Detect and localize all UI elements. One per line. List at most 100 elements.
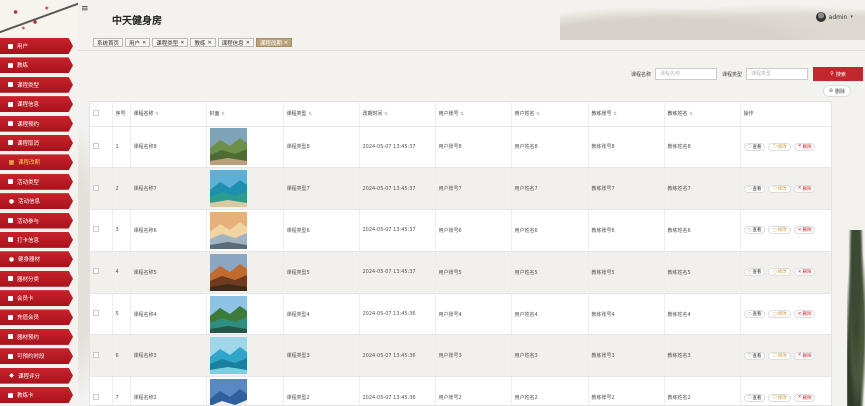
sidebar-item[interactable]: 课程信息 bbox=[0, 96, 73, 113]
view-button[interactable]: ◌ 查看 bbox=[743, 226, 766, 235]
course-type-input[interactable] bbox=[746, 68, 808, 80]
menu-toggle-icon[interactable]: ≡ bbox=[81, 5, 91, 14]
sidebar-item-label: 充值会员 bbox=[17, 315, 40, 322]
edit-button[interactable]: ▢ 修改 bbox=[768, 184, 791, 193]
view-button-label: 查看 bbox=[752, 312, 762, 318]
username[interactable]: admin bbox=[829, 14, 848, 21]
tab[interactable]: 用户 ✕ bbox=[125, 38, 151, 47]
cell-cover bbox=[206, 376, 284, 405]
delete-button[interactable]: ✕ 删除 bbox=[793, 226, 816, 235]
batch-delete-button[interactable]: ⊘ 删除 bbox=[822, 85, 851, 97]
sidebar-item[interactable]: ● 健身器材 bbox=[0, 251, 73, 268]
view-button[interactable]: ◌ 查看 bbox=[743, 184, 766, 193]
sidebar-item[interactable]: 教练 bbox=[0, 57, 73, 74]
column-header[interactable]: 用户姓名 ⇅ bbox=[511, 102, 589, 127]
course-name-input[interactable] bbox=[654, 68, 717, 80]
delete-button[interactable]: ✕ 删除 bbox=[793, 393, 816, 402]
sidebar-item[interactable]: 活动参与 bbox=[0, 212, 73, 229]
sidebar-item[interactable]: 充值会员 bbox=[0, 309, 73, 326]
sort-icon[interactable]: ⇅ bbox=[155, 112, 159, 117]
sidebar-item[interactable]: 器材预约 bbox=[0, 328, 73, 345]
cell-user-acc: 用户账号2 bbox=[435, 376, 512, 405]
sidebar-item[interactable]: 器材分类 bbox=[0, 270, 73, 287]
view-button[interactable]: ◌ 查看 bbox=[743, 142, 766, 151]
view-button[interactable]: ◌ 查看 bbox=[743, 268, 766, 277]
column-header-label: 教练账号 bbox=[591, 111, 612, 118]
user-menu[interactable]: admin ▾ bbox=[815, 12, 853, 22]
sort-icon[interactable]: ⇅ bbox=[308, 112, 312, 117]
sidebar-item[interactable]: 活动类型 bbox=[0, 173, 73, 190]
row-checkbox[interactable] bbox=[93, 184, 99, 191]
sidebar-item[interactable]: 会员卡 bbox=[0, 290, 73, 307]
sort-icon[interactable]: ⇅ bbox=[221, 112, 225, 117]
column-header[interactable]: 教练账号 ⇅ bbox=[588, 102, 665, 127]
tab[interactable]: 课程信息 ✕ bbox=[217, 38, 254, 47]
row-checkbox[interactable] bbox=[93, 226, 99, 233]
row-checkbox[interactable] bbox=[93, 393, 99, 400]
sort-icon[interactable]: ⇅ bbox=[613, 112, 617, 117]
edit-button[interactable]: ▢ 修改 bbox=[768, 268, 791, 277]
avatar[interactable] bbox=[815, 12, 826, 22]
edit-button[interactable]: ▢ 修改 bbox=[768, 310, 791, 319]
edit-button[interactable]: ▢ 修改 bbox=[768, 142, 791, 151]
app-title: 中天健身房 bbox=[112, 16, 162, 27]
edit-button[interactable]: ▢ 修改 bbox=[768, 351, 791, 360]
delete-button[interactable]: ✕ 删除 bbox=[793, 310, 816, 319]
close-icon[interactable]: ✕ bbox=[207, 40, 211, 46]
sort-icon[interactable]: ⇅ bbox=[384, 112, 388, 117]
close-icon[interactable]: ✕ bbox=[246, 40, 250, 46]
sidebar-item[interactable]: 用户 bbox=[0, 38, 73, 54]
cell-coach-name: 教练姓名5 bbox=[664, 251, 741, 294]
delete-button[interactable]: ✕ 删除 bbox=[793, 184, 816, 193]
edit-button[interactable]: ▢ 修改 bbox=[768, 226, 791, 235]
tab[interactable]: 系统首页 bbox=[93, 38, 124, 47]
column-header[interactable]: 封面 ⇅ bbox=[206, 102, 284, 127]
cell-time: 2024-05-07 13:45:37 bbox=[359, 167, 436, 211]
view-button[interactable]: ◌ 查看 bbox=[743, 393, 766, 402]
sort-icon[interactable]: ⇅ bbox=[689, 112, 693, 117]
row-checkbox[interactable] bbox=[93, 268, 99, 275]
view-button[interactable]: ◌ 查看 bbox=[743, 351, 766, 360]
search-button[interactable]: ⚲ 搜索 bbox=[813, 67, 863, 81]
sort-icon[interactable]: ⇅ bbox=[460, 112, 464, 117]
row-checkbox[interactable] bbox=[93, 351, 99, 358]
tab[interactable]: 教练 ✕ bbox=[190, 38, 216, 47]
delete-button[interactable]: ✕ 删除 bbox=[793, 142, 816, 151]
sidebar-item[interactable]: 课程类型 bbox=[0, 76, 73, 93]
row-select-cell bbox=[90, 167, 113, 211]
view-button-label: 查看 bbox=[752, 270, 762, 276]
sidebar-item[interactable]: ◆ 课程评分 bbox=[0, 367, 73, 384]
select-all-checkbox[interactable] bbox=[93, 109, 99, 116]
delete-button[interactable]: ✕ 删除 bbox=[793, 351, 816, 360]
sidebar-item[interactable]: ● 活动信息 bbox=[0, 193, 73, 210]
sort-icon[interactable]: ⇅ bbox=[536, 112, 540, 117]
tab[interactable]: 课程类型 ✕ bbox=[152, 38, 189, 47]
row-checkbox[interactable] bbox=[93, 142, 99, 149]
column-header-label: 用户姓名 bbox=[514, 111, 535, 118]
batch-delete-label: 删除 bbox=[834, 88, 845, 95]
edit-button[interactable]: ▢ 修改 bbox=[768, 393, 791, 402]
sidebar-item[interactable]: 课程预约 bbox=[0, 115, 73, 132]
column-header[interactable]: 课程名称 ⇅ bbox=[130, 102, 207, 127]
delete-button[interactable]: ✕ 删除 bbox=[793, 268, 816, 277]
close-icon[interactable]: ✕ bbox=[142, 40, 146, 46]
tab[interactable]: 课程改期 ✕ bbox=[255, 38, 293, 47]
column-header[interactable]: 改期时间 ⇅ bbox=[359, 102, 436, 127]
sidebar-item[interactable]: ▦ 课程改期 bbox=[0, 154, 73, 171]
view-button[interactable]: ◌ 查看 bbox=[743, 310, 766, 319]
sidebar-item[interactable]: 打卡信息 bbox=[0, 231, 73, 248]
row-checkbox[interactable] bbox=[93, 310, 99, 317]
sidebar-item[interactable]: 教练卡 bbox=[0, 387, 73, 404]
cell-cover bbox=[206, 126, 284, 169]
column-header[interactable]: 用户账号 ⇅ bbox=[435, 102, 512, 127]
sidebar-item[interactable]: 课程取消 bbox=[0, 134, 73, 151]
chevron-down-icon[interactable]: ▾ bbox=[850, 14, 853, 20]
edit-button-label: 修改 bbox=[777, 186, 787, 192]
cell-cover bbox=[206, 293, 284, 336]
column-header-label: 用户账号 bbox=[438, 111, 459, 118]
close-icon[interactable]: ✕ bbox=[180, 40, 184, 46]
column-header[interactable]: 教练姓名 ⇅ bbox=[664, 102, 741, 127]
sidebar-item[interactable]: 可预约时段 bbox=[0, 348, 73, 365]
column-header[interactable]: 课程类型 ⇅ bbox=[283, 102, 360, 127]
close-icon[interactable]: ✕ bbox=[284, 40, 288, 46]
